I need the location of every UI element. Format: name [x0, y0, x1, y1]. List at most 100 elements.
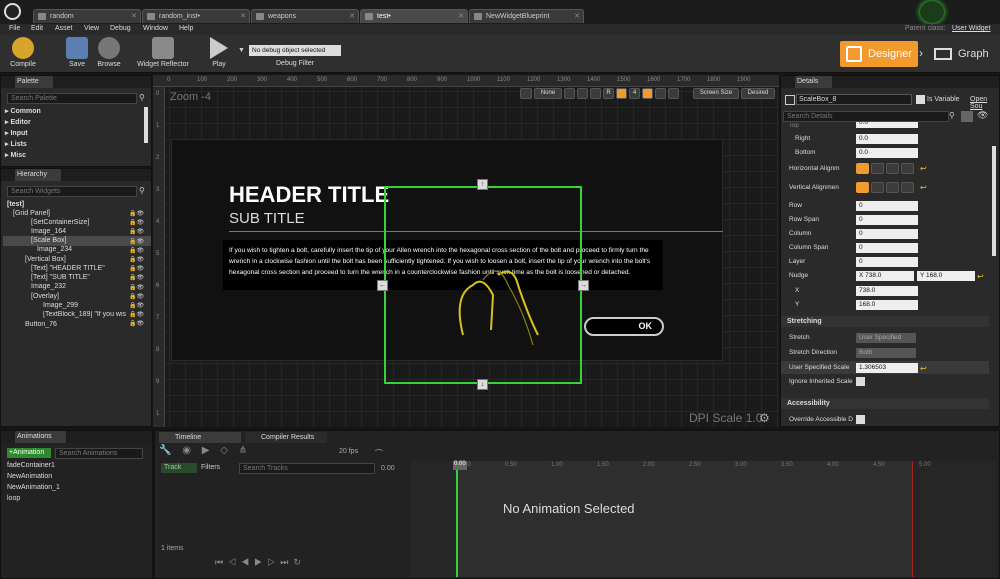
animation-item[interactable]: loop: [7, 495, 20, 502]
lock-toggle[interactable]: [577, 88, 588, 99]
tree-item-grid-panel[interactable]: [Grid Panel]: [13, 210, 50, 217]
play-reverse-icon[interactable]: ◀: [241, 557, 254, 567]
curve-icon[interactable]: ⌒: [375, 448, 383, 459]
nudge-x-value-field[interactable]: 738.0: [856, 286, 918, 296]
resize-handle-top[interactable]: ↑: [477, 179, 488, 190]
open-source-link[interactable]: Open Sou: [970, 96, 999, 110]
animations-search-input[interactable]: Search Animations: [55, 448, 143, 459]
details-search-input[interactable]: Search Details: [783, 111, 949, 122]
play-forward-icon[interactable]: ▶: [202, 445, 210, 456]
tree-item-scale-box[interactable]: [Scale Box]: [31, 237, 66, 244]
filters-button[interactable]: Filters: [201, 464, 220, 471]
tab-weapons[interactable]: weapons ✕: [251, 9, 359, 23]
none-select[interactable]: None: [534, 88, 562, 99]
add-track-button[interactable]: Track: [161, 463, 197, 473]
skip-end-icon[interactable]: ⏭: [280, 557, 293, 567]
snap-toggle[interactable]: [616, 88, 627, 99]
r-toggle[interactable]: R: [603, 88, 614, 99]
add-animation-button[interactable]: +Animation: [7, 448, 51, 458]
header-title-text[interactable]: HEADER TITLE: [229, 182, 389, 208]
tree-item-button-76[interactable]: Button_76: [25, 321, 57, 328]
h-align-fill-button[interactable]: [856, 163, 869, 174]
palette-category-input[interactable]: ▸ Input: [5, 129, 28, 137]
animation-item[interactable]: fadeContainer1: [7, 462, 55, 469]
v-align-bottom-button[interactable]: [901, 182, 914, 193]
override-accessible-checkbox[interactable]: [856, 415, 865, 424]
graph-button[interactable]: Graph: [930, 41, 996, 67]
property-matrix-icon[interactable]: [961, 111, 973, 122]
eye-icon[interactable]: ◉: [182, 445, 191, 456]
menu-debug[interactable]: Debug: [110, 25, 131, 32]
row-span-field[interactable]: 0: [856, 215, 918, 225]
is-variable-checkbox[interactable]: [916, 95, 925, 104]
details-scrollbar[interactable]: [992, 146, 996, 256]
compiler-results-tab[interactable]: Compiler Results: [245, 432, 327, 443]
stretching-section-header[interactable]: Stretching: [781, 316, 989, 327]
accessibility-section-header[interactable]: Accessibility: [781, 398, 989, 409]
menu-asset[interactable]: Asset: [55, 25, 73, 32]
selection-box[interactable]: [384, 186, 582, 384]
resize-handle-right[interactable]: →: [578, 280, 589, 291]
ignore-inherited-scale-checkbox[interactable]: [856, 377, 865, 386]
v-align-center-button[interactable]: [886, 182, 899, 193]
tree-item-image-234[interactable]: Image_234: [37, 246, 72, 253]
menu-help[interactable]: Help: [179, 25, 193, 32]
stretch-select[interactable]: User Specified: [856, 333, 916, 343]
animation-item[interactable]: NewAnimation_1: [7, 484, 60, 491]
grid-snap-toggle[interactable]: [564, 88, 575, 99]
image-toggle[interactable]: [655, 88, 666, 99]
key-icon[interactable]: 🔧: [159, 445, 171, 456]
nudge-x-field[interactable]: X 738.0: [856, 271, 914, 281]
tab-random-inst[interactable]: random_inst• ✕: [142, 9, 250, 23]
save-button[interactable]: Save: [62, 37, 92, 71]
snap-icon[interactable]: ⋔: [239, 445, 247, 456]
designer-button[interactable]: Designer: [840, 41, 918, 67]
compile-button[interactable]: Compile: [5, 37, 41, 71]
key-diamond-icon[interactable]: ◇: [220, 445, 228, 456]
padding-top-field[interactable]: 0.0: [856, 122, 918, 128]
menu-edit[interactable]: Edit: [31, 25, 43, 32]
resize-handle-bottom[interactable]: ↓: [477, 379, 488, 390]
padding-right-field[interactable]: 0.0: [856, 134, 918, 144]
timeline-track-area[interactable]: No Animation Selected: [411, 461, 997, 577]
eye-icon[interactable]: 👁: [977, 110, 988, 121]
column-span-field[interactable]: 0: [856, 243, 918, 253]
tree-item-textblock-189[interactable]: [TextBlock_189] "If you wis: [43, 311, 131, 318]
source-control-icon[interactable]: [920, 1, 944, 23]
tree-item-image-299[interactable]: Image_299: [43, 302, 78, 309]
debug-object-select[interactable]: No debug object selected: [249, 45, 341, 56]
tree-item-vertical-box[interactable]: [Vertical Box]: [25, 256, 66, 263]
track-search-input[interactable]: Search Tracks: [239, 463, 375, 474]
reset-arrow-icon[interactable]: ↩: [977, 272, 984, 281]
hierarchy-search-input[interactable]: Search Widgets: [7, 186, 137, 197]
palette-search-input[interactable]: Search Palette: [7, 93, 137, 104]
resize-handle-left[interactable]: ←: [377, 280, 388, 291]
designer-viewport[interactable]: 0 100 200 300 400 500 600 700 800 900 1000 1100 1200…: [153, 75, 779, 427]
outline-toggle[interactable]: [590, 88, 601, 99]
sub-title-text[interactable]: SUB TITLE: [229, 210, 305, 227]
column-field[interactable]: 0: [856, 229, 918, 239]
chevron-down-icon[interactable]: ▼: [238, 47, 245, 54]
next-key-icon[interactable]: ▷: [267, 557, 280, 567]
unreal-logo-icon[interactable]: [4, 3, 21, 20]
timeline-tab[interactable]: Timeline: [159, 432, 241, 443]
close-icon[interactable]: ✕: [131, 10, 137, 23]
reset-arrow-icon[interactable]: ↩: [920, 164, 927, 173]
padding-bottom-field[interactable]: 0.0: [856, 148, 918, 158]
ok-button[interactable]: OK: [584, 317, 664, 336]
nudge-y-value-field[interactable]: 168.0: [856, 300, 918, 310]
preview-mode-button[interactable]: [520, 88, 532, 99]
snap-value[interactable]: 4: [629, 88, 640, 99]
tree-item-text-header[interactable]: [Text] "HEADER TITLE": [31, 265, 105, 272]
row-field[interactable]: 0: [856, 201, 918, 211]
tab-newwidgetblueprint[interactable]: NewWidgetBlueprint ✕: [469, 9, 584, 23]
menu-window[interactable]: Window: [143, 25, 168, 32]
tab-test[interactable]: test• ✕: [360, 9, 468, 23]
nudge-y-field[interactable]: Y 168.0: [917, 271, 975, 281]
prev-key-icon[interactable]: ◁: [228, 557, 241, 567]
palette-category-common[interactable]: ▸ Common: [5, 107, 41, 115]
tree-item-overlay[interactable]: [Overlay]: [31, 293, 59, 300]
widget-reflector-button[interactable]: Widget Reflector: [134, 37, 192, 71]
widget-name-field[interactable]: ScaleBox_8: [796, 94, 912, 105]
close-icon[interactable]: ✕: [349, 10, 355, 23]
